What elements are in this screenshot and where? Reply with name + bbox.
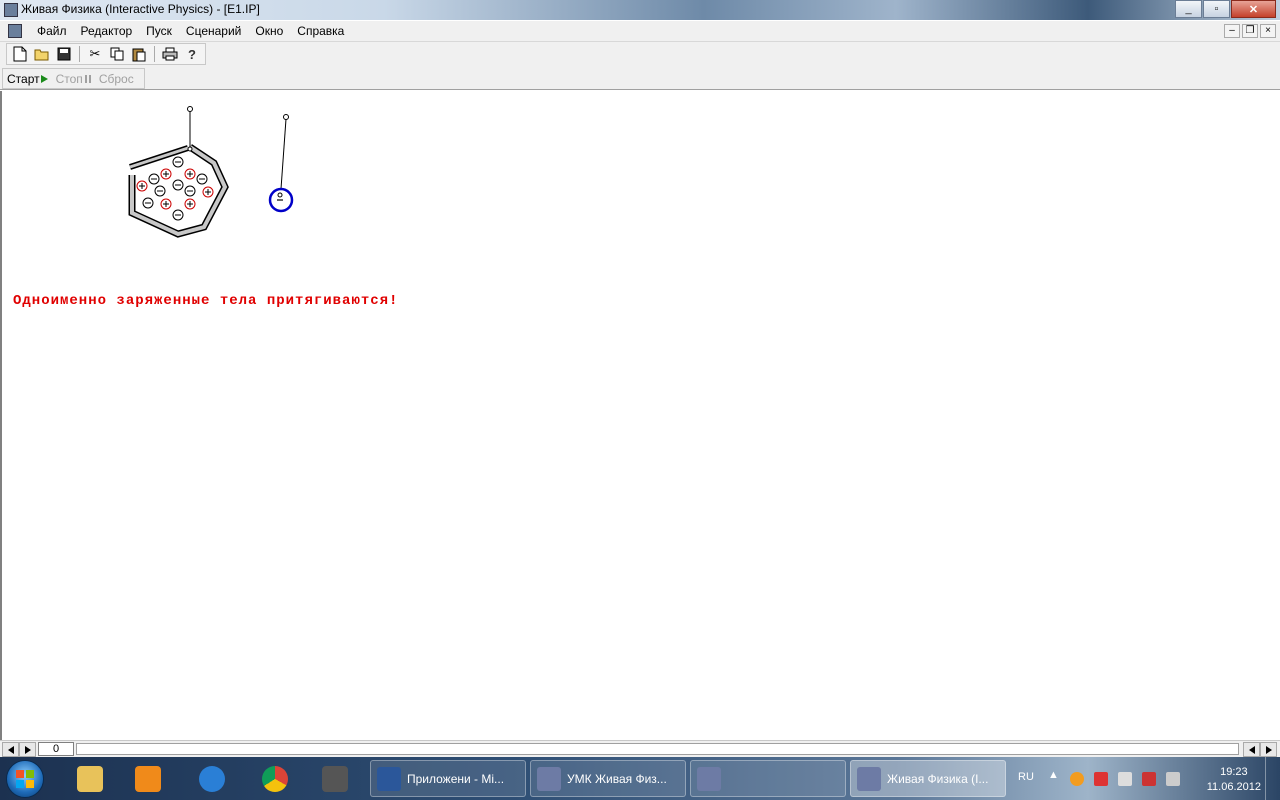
paste-icon[interactable]	[128, 44, 150, 64]
ball-pivot-point[interactable]	[283, 114, 289, 120]
menu-window[interactable]: Окно	[248, 24, 290, 38]
pause-icon	[84, 74, 91, 83]
menu-file[interactable]: Файл	[30, 24, 74, 38]
reset-label: Сброс	[98, 71, 134, 86]
arrow-right-icon	[1265, 745, 1272, 754]
attach-point	[187, 146, 193, 152]
task-word[interactable]: Приложени - Mi...	[370, 760, 526, 797]
word-icon	[377, 766, 401, 791]
frame-counter[interactable]: 0	[38, 742, 74, 756]
step-back-button[interactable]	[1243, 742, 1260, 757]
minimize-button[interactable]: _	[1175, 0, 1202, 18]
open-folder-icon[interactable]	[31, 44, 53, 64]
play-icon	[40, 74, 48, 83]
new-file-icon[interactable]	[9, 44, 31, 64]
tray-device-icon[interactable]	[1118, 772, 1132, 786]
toolbar-separator	[154, 46, 155, 62]
maximize-button[interactable]: ▫	[1203, 0, 1230, 18]
task-label: Живая Физика (I...	[887, 771, 989, 786]
physics-app-icon	[857, 766, 881, 791]
system-tray: RU ▲ 19:23 11.06.2012	[1010, 757, 1275, 800]
menu-script[interactable]: Сценарий	[179, 24, 248, 38]
tray-app-icon[interactable]	[1070, 772, 1084, 786]
pivot-point[interactable]	[187, 106, 193, 112]
physics-app-icon	[537, 766, 561, 791]
start-button[interactable]: Старт	[3, 72, 52, 86]
menu-run[interactable]: Пуск	[139, 24, 179, 38]
clock-time: 19:23	[1220, 766, 1248, 778]
doc-restore-button[interactable]: ❐	[1242, 24, 1258, 38]
clock-date: 11.06.2012	[1206, 781, 1261, 793]
app-icon	[4, 3, 18, 17]
network-icon[interactable]	[1142, 772, 1156, 786]
task-label: УМК Живая Физ...	[567, 771, 667, 786]
ball-thread	[280, 118, 287, 190]
physics-app-icon	[697, 766, 721, 791]
start-label: Старт	[7, 71, 40, 86]
media-player-icon[interactable]	[120, 760, 176, 797]
menu-help[interactable]: Справка	[290, 24, 351, 38]
taskbar: Приложени - Mi... УМК Живая Физ... Живая…	[0, 757, 1280, 800]
task-physics-2[interactable]	[690, 760, 846, 797]
reset-button[interactable]: Сброс	[95, 72, 138, 86]
clock[interactable]: 19:23 11.06.2012	[1207, 765, 1261, 795]
save-disk-icon[interactable]	[53, 44, 75, 64]
arrow-left-icon	[7, 745, 14, 754]
menu-bar: Файл Редактор Пуск Сценарий Окно Справка…	[0, 21, 1280, 42]
toolbar-separator	[79, 46, 80, 62]
language-indicator[interactable]: RU	[1018, 771, 1034, 783]
print-icon[interactable]	[159, 44, 181, 64]
arrow-right-icon	[24, 745, 31, 754]
cut-scissors-icon[interactable]: ✂	[84, 44, 106, 64]
tray-expand-icon[interactable]: ▲	[1048, 769, 1059, 781]
ball-attach-point	[277, 192, 283, 198]
explorer-icon[interactable]	[62, 760, 118, 797]
scroll-left-button[interactable]	[2, 742, 19, 757]
stop-button[interactable]: Стоп	[52, 72, 95, 86]
close-button[interactable]: ✕	[1231, 0, 1276, 18]
start-button-windows[interactable]	[6, 760, 44, 798]
volume-icon[interactable]	[1166, 772, 1180, 786]
chrome-icon[interactable]	[247, 760, 303, 797]
frame-slider-track[interactable]	[76, 743, 1239, 755]
doc-minimize-button[interactable]: –	[1224, 24, 1240, 38]
standard-toolbar: ✂ ?	[0, 42, 1280, 67]
task-umk[interactable]: УМК Живая Физ...	[530, 760, 686, 797]
frame-scrollbar: 0	[0, 740, 1280, 757]
copy-icon[interactable]	[106, 44, 128, 64]
menu-editor[interactable]: Редактор	[74, 24, 140, 38]
tray-flag-icon[interactable]	[1094, 772, 1108, 786]
show-desktop-button[interactable]	[1265, 757, 1275, 800]
simulation-canvas[interactable]: Одноименно заряженные тела притягиваются…	[0, 91, 1280, 740]
document-icon[interactable]	[8, 24, 22, 38]
canvas-message: Одноименно заряженные тела притягиваются…	[13, 293, 399, 309]
help-question-icon[interactable]: ?	[181, 44, 203, 64]
windows-logo-icon	[16, 770, 34, 788]
internet-explorer-icon[interactable]	[184, 760, 240, 797]
task-label: Приложени - Mi...	[407, 771, 505, 786]
step-forward-button[interactable]	[19, 742, 36, 757]
title-bar: Живая Физика (Interactive Physics) - [E1…	[0, 0, 1280, 20]
arrow-left-icon	[1248, 745, 1255, 754]
doc-close-button[interactable]: ×	[1260, 24, 1276, 38]
app-icon[interactable]	[307, 760, 363, 797]
window-title: Живая Физика (Interactive Physics) - [E1…	[21, 2, 260, 16]
run-toolbar: Старт Стоп Сброс	[0, 67, 1280, 90]
window-controls: _ ▫ ✕	[1174, 0, 1276, 18]
task-physics-active[interactable]: Живая Физика (I...	[850, 760, 1006, 797]
scroll-right-button[interactable]	[1260, 742, 1277, 757]
stop-label: Стоп	[55, 71, 83, 86]
scene-drawing	[128, 106, 294, 238]
